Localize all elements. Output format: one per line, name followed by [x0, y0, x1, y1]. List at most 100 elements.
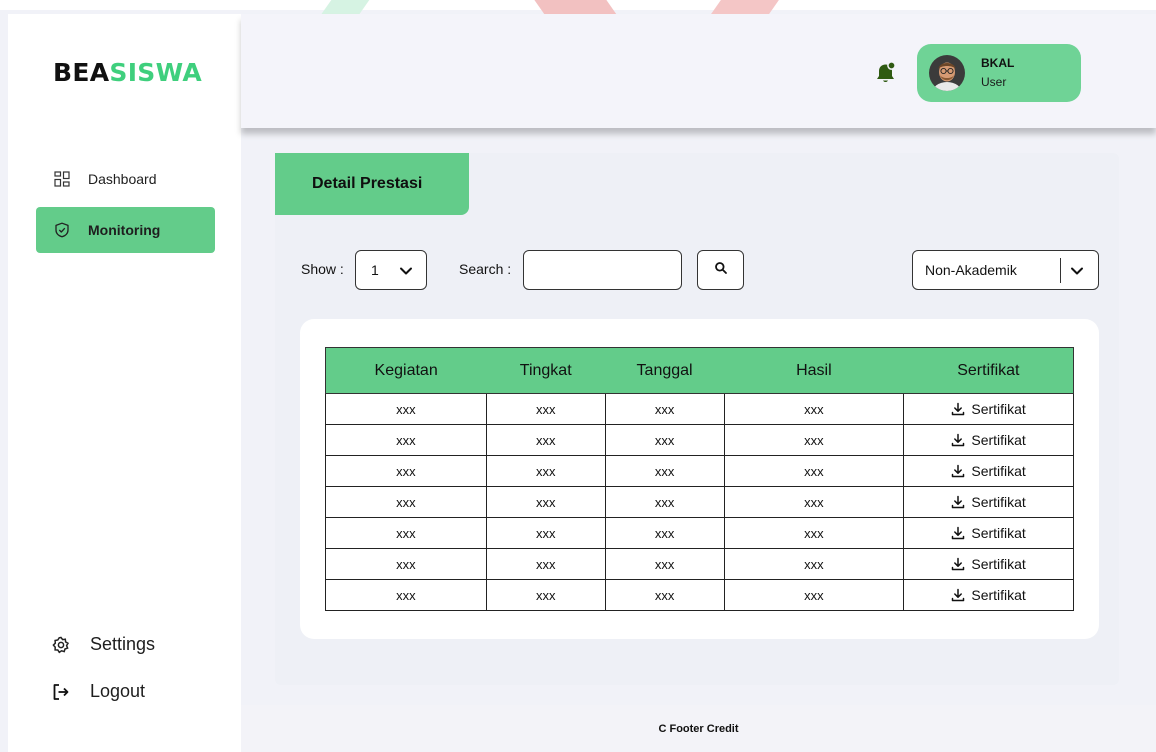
download-icon: [952, 433, 965, 447]
top-header: BKAL User: [241, 14, 1156, 128]
download-certificate-link[interactable]: Sertifikat: [903, 424, 1074, 456]
settings-label: Settings: [90, 634, 156, 654]
table-row: xxx xxx xxx xxx Sertifikat: [325, 579, 1074, 611]
logout-link[interactable]: Logout: [52, 681, 145, 702]
panel-title-tab: Detail Prestasi: [275, 153, 469, 215]
logout-icon: [52, 683, 70, 701]
shield-check-icon: [54, 222, 70, 238]
column-header: Kegiatan: [325, 347, 487, 394]
table-row: xxx xxx xxx xxx Sertifikat: [325, 393, 1074, 425]
table-cell: xxx: [723, 486, 905, 518]
top-strip: [0, 0, 1156, 18]
download-certificate-link[interactable]: Sertifikat: [903, 579, 1074, 611]
download-icon: [952, 526, 965, 540]
table-cell: xxx: [723, 579, 905, 611]
table-row: xxx xxx xxx xxx Sertifikat: [325, 486, 1074, 518]
table-header-row: Kegiatan Tingkat Tanggal Hasil Sertifika…: [325, 347, 1074, 394]
table-cell: xxx: [325, 455, 487, 487]
table-cell: xxx: [485, 548, 606, 580]
table-cell: xxx: [604, 393, 725, 425]
download-certificate-link[interactable]: Sertifikat: [903, 486, 1074, 518]
table-cell: xxx: [325, 548, 487, 580]
certificate-label: Sertifikat: [971, 587, 1026, 603]
dashboard-grid-icon: [54, 171, 70, 187]
column-header: Tingkat: [486, 347, 606, 394]
sidebar-item-monitoring[interactable]: Monitoring: [36, 207, 215, 253]
sidebar-item-dashboard[interactable]: Dashboard: [36, 156, 215, 202]
table-row: xxx xxx xxx xxx Sertifikat: [325, 455, 1074, 487]
sidebar-item-label: Monitoring: [88, 222, 161, 238]
category-dropdown[interactable]: Non-Akademik: [912, 250, 1099, 290]
table-cell: xxx: [325, 424, 487, 456]
table-cell: xxx: [485, 455, 606, 487]
footer-credit: C Footer Credit: [658, 722, 739, 735]
column-header: Tanggal: [605, 347, 724, 394]
show-entries-select[interactable]: 1: [355, 250, 427, 290]
logo-text-green: SISWA: [109, 58, 203, 87]
table-cell: xxx: [485, 517, 606, 549]
certificate-label: Sertifikat: [971, 525, 1026, 541]
download-certificate-link[interactable]: Sertifikat: [903, 393, 1074, 425]
logo-text-dark: BEA: [53, 58, 110, 87]
chevron-down-icon: [398, 263, 414, 279]
table-cell: xxx: [604, 548, 725, 580]
bell-icon[interactable]: [874, 60, 898, 86]
table-cell: xxx: [604, 486, 725, 518]
search-input[interactable]: [523, 250, 682, 290]
download-icon: [952, 402, 965, 416]
search-icon: [714, 261, 728, 280]
dropdown-divider: [1060, 258, 1061, 283]
column-header: Sertifikat: [903, 347, 1074, 394]
table-cell: xxx: [485, 424, 606, 456]
download-certificate-link[interactable]: Sertifikat: [903, 517, 1074, 549]
user-role: User: [981, 75, 1007, 89]
download-icon: [952, 495, 965, 509]
prestasi-table: Kegiatan Tingkat Tanggal Hasil Sertifika…: [325, 347, 1074, 611]
table-cell: xxx: [485, 486, 606, 518]
table-cell: xxx: [485, 579, 606, 611]
show-label: Show :: [301, 261, 344, 277]
table-cell: xxx: [604, 455, 725, 487]
download-icon: [952, 588, 965, 602]
user-name: BKAL: [981, 56, 1015, 70]
panel-title: Detail Prestasi: [312, 175, 423, 192]
chevron-down-icon: [1069, 263, 1085, 279]
logout-label: Logout: [90, 681, 146, 701]
table-cell: xxx: [723, 424, 905, 456]
download-icon: [952, 464, 965, 478]
certificate-label: Sertifikat: [971, 494, 1026, 510]
certificate-label: Sertifikat: [971, 556, 1026, 572]
show-value: 1: [371, 262, 379, 278]
gear-icon: [52, 636, 70, 654]
table-row: xxx xxx xxx xxx Sertifikat: [325, 424, 1074, 456]
table-cell: xxx: [723, 548, 905, 580]
table-card: Kegiatan Tingkat Tanggal Hasil Sertifika…: [300, 319, 1099, 639]
certificate-label: Sertifikat: [971, 432, 1026, 448]
table-cell: xxx: [325, 579, 487, 611]
sidebar: BEASISWA Dashboard Monitoring Settings L…: [8, 14, 241, 752]
table-cell: xxx: [723, 455, 905, 487]
main-panel: Detail Prestasi Show : 1 Search : Non-Ak…: [275, 153, 1119, 685]
table-cell: xxx: [325, 393, 487, 425]
table-cell: xxx: [604, 579, 725, 611]
settings-link[interactable]: Settings: [52, 634, 155, 655]
table-row: xxx xxx xxx xxx Sertifikat: [325, 517, 1074, 549]
certificate-label: Sertifikat: [971, 401, 1026, 417]
user-profile-chip[interactable]: BKAL User: [917, 44, 1081, 102]
sidebar-item-label: Dashboard: [88, 171, 157, 187]
download-certificate-link[interactable]: Sertifikat: [903, 455, 1074, 487]
footer: C Footer Credit: [241, 705, 1156, 752]
table-cell: xxx: [604, 424, 725, 456]
download-icon: [952, 557, 965, 571]
decorative-shape: [711, 0, 779, 14]
table-cell: xxx: [723, 517, 905, 549]
table-cell: xxx: [325, 517, 487, 549]
download-certificate-link[interactable]: Sertifikat: [903, 548, 1074, 580]
brand-logo[interactable]: BEASISWA: [53, 58, 202, 87]
table-cell: xxx: [325, 486, 487, 518]
category-value: Non-Akademik: [925, 262, 1017, 278]
search-button[interactable]: [697, 250, 744, 290]
avatar: [929, 55, 965, 91]
table-cell: xxx: [485, 393, 606, 425]
certificate-label: Sertifikat: [971, 463, 1026, 479]
